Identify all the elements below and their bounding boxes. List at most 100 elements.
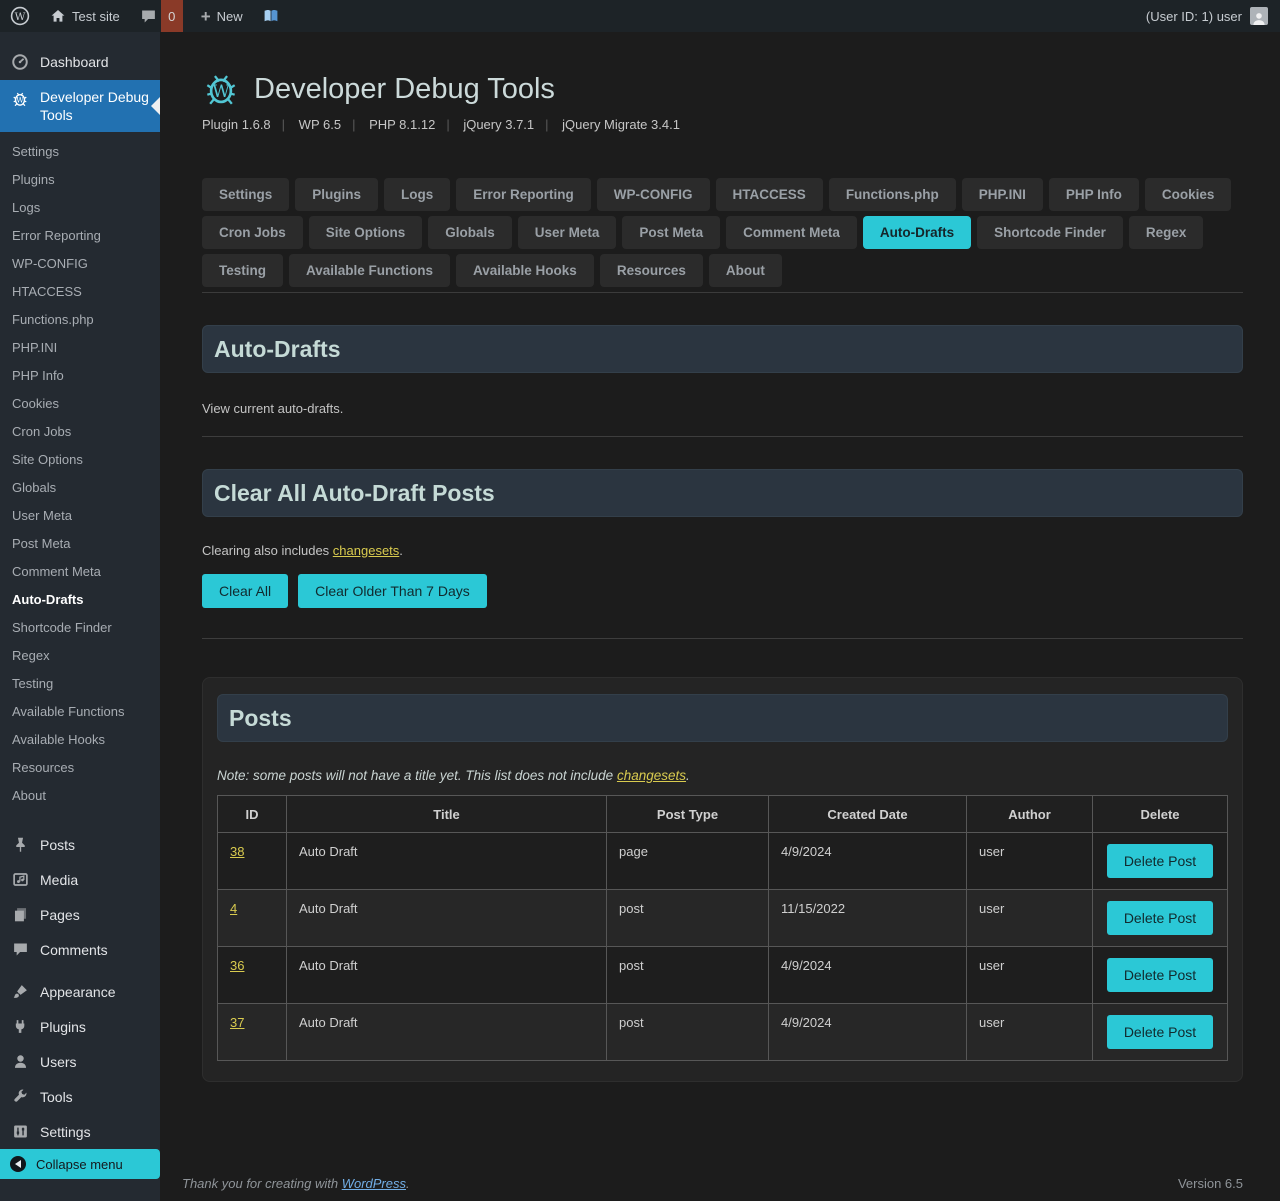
sidebar-item-media[interactable]: Media — [0, 862, 160, 897]
sidebar-item-pages[interactable]: Pages — [0, 897, 160, 932]
tab-wp-config[interactable]: WP-CONFIG — [597, 178, 710, 211]
tab-site-options[interactable]: Site Options — [309, 216, 423, 249]
tab-available-functions[interactable]: Available Functions — [289, 254, 450, 287]
post-id-link[interactable]: 4 — [230, 901, 237, 916]
plug-icon — [10, 1018, 30, 1035]
avatar[interactable] — [1250, 7, 1268, 25]
tab-error-reporting[interactable]: Error Reporting — [456, 178, 591, 211]
clear-all-button[interactable]: Clear All — [202, 574, 288, 608]
collapse-menu-button[interactable]: Collapse menu — [0, 1149, 160, 1179]
submenu-item-testing[interactable]: Testing — [0, 670, 160, 698]
post-id-link[interactable]: 37 — [230, 1015, 244, 1030]
submenu-item-globals[interactable]: Globals — [0, 474, 160, 502]
user-account-label[interactable]: (User ID: 1) user — [1146, 9, 1242, 24]
submenu-item-logs[interactable]: Logs — [0, 194, 160, 222]
clear-section-note: Clearing also includes changesets. — [202, 543, 1243, 558]
submenu-item-resources[interactable]: Resources — [0, 754, 160, 782]
tab-cookies[interactable]: Cookies — [1145, 178, 1232, 211]
post-title-cell: Auto Draft — [287, 833, 607, 890]
clear-older-button[interactable]: Clear Older Than 7 Days — [298, 574, 487, 608]
comment-count-badge[interactable]: 0 — [161, 0, 183, 32]
sidebar-item-users[interactable]: Users — [0, 1044, 160, 1079]
tab-regex[interactable]: Regex — [1129, 216, 1204, 249]
submenu-item-plugins[interactable]: Plugins — [0, 166, 160, 194]
submenu-item-post-meta[interactable]: Post Meta — [0, 530, 160, 558]
post-id-link[interactable]: 38 — [230, 844, 244, 859]
jquery-version: jQuery 3.7.1 — [449, 117, 548, 132]
tab-user-meta[interactable]: User Meta — [518, 216, 617, 249]
sidebar-item-posts[interactable]: Posts — [0, 827, 160, 862]
collapse-menu-label: Collapse menu — [36, 1157, 123, 1172]
tab-php-info[interactable]: PHP Info — [1049, 178, 1139, 211]
submenu-item-error-reporting[interactable]: Error Reporting — [0, 222, 160, 250]
post-id-link[interactable]: 36 — [230, 958, 244, 973]
new-content-menu[interactable]: + New — [191, 0, 253, 32]
tab-post-meta[interactable]: Post Meta — [622, 216, 720, 249]
submenu-item-wp-config[interactable]: WP-CONFIG — [0, 250, 160, 278]
tab-about[interactable]: About — [709, 254, 782, 287]
submenu-item-settings[interactable]: Settings — [0, 138, 160, 166]
submenu-item-auto-drafts[interactable]: Auto-Drafts — [0, 586, 160, 614]
submenu-item-php-ini[interactable]: PHP.INI — [0, 334, 160, 362]
tab-shortcode-finder[interactable]: Shortcode Finder — [977, 216, 1123, 249]
sidebar-item-dashboard[interactable]: Dashboard — [0, 44, 160, 80]
submenu-item-regex[interactable]: Regex — [0, 642, 160, 670]
tab-auto-drafts[interactable]: Auto-Drafts — [863, 216, 971, 249]
submenu-item-available-hooks[interactable]: Available Hooks — [0, 726, 160, 754]
posts-title: Posts — [229, 705, 292, 732]
tab-php-ini[interactable]: PHP.INI — [962, 178, 1043, 211]
tab-logs[interactable]: Logs — [384, 178, 450, 211]
submenu-item-htaccess[interactable]: HTACCESS — [0, 278, 160, 306]
settings-sliders-icon — [10, 1123, 30, 1140]
sidebar-item-label: Media — [40, 872, 78, 888]
submenu-item-functions-php[interactable]: Functions.php — [0, 306, 160, 334]
tab-available-hooks[interactable]: Available Hooks — [456, 254, 594, 287]
submenu-item-shortcode-finder[interactable]: Shortcode Finder — [0, 614, 160, 642]
submenu-item-cron-jobs[interactable]: Cron Jobs — [0, 418, 160, 446]
dashboard-gauge-icon — [10, 53, 30, 71]
tab-plugins[interactable]: Plugins — [295, 178, 378, 211]
sidebar-item-developer-debug-tools[interactable]: W Developer Debug Tools — [0, 80, 160, 132]
delete-post-button[interactable]: Delete Post — [1107, 1015, 1213, 1049]
tab-testing[interactable]: Testing — [202, 254, 283, 287]
submenu-item-php-info[interactable]: PHP Info — [0, 362, 160, 390]
wp-logo-menu[interactable]: W — [0, 0, 40, 32]
changesets-link[interactable]: changesets — [333, 543, 400, 558]
comments-menu[interactable] — [130, 0, 161, 32]
sidebar-item-appearance[interactable]: Appearance — [0, 974, 160, 1009]
divider — [202, 638, 1243, 639]
submenu-item-about[interactable]: About — [0, 782, 160, 810]
menu-separator — [0, 967, 160, 974]
post-title-cell: Auto Draft — [287, 947, 607, 1004]
col-header-delete: Delete — [1093, 796, 1228, 833]
wordpress-link[interactable]: WordPress — [342, 1176, 406, 1191]
sidebar-item-settings[interactable]: Settings — [0, 1114, 160, 1149]
submenu-item-user-meta[interactable]: User Meta — [0, 502, 160, 530]
sidebar-item-label: Posts — [40, 837, 75, 853]
delete-post-button[interactable]: Delete Post — [1107, 901, 1213, 935]
tab-htaccess[interactable]: HTACCESS — [716, 178, 823, 211]
delete-post-button[interactable]: Delete Post — [1107, 958, 1213, 992]
sidebar-item-plugins[interactable]: Plugins — [0, 1009, 160, 1044]
posts-table: ID Title Post Type Created Date Author D… — [217, 795, 1228, 1061]
tab-globals[interactable]: Globals — [428, 216, 512, 249]
site-name-menu[interactable]: Test site — [40, 0, 130, 32]
tab-functions-php[interactable]: Functions.php — [829, 178, 956, 211]
table-row: 38 Auto Draft page 4/9/2024 user Delete … — [218, 833, 1228, 890]
book-icon — [263, 9, 279, 23]
svg-text:W: W — [212, 82, 230, 102]
tab-resources[interactable]: Resources — [600, 254, 703, 287]
docs-menu[interactable] — [253, 0, 289, 32]
tab-cron-jobs[interactable]: Cron Jobs — [202, 216, 303, 249]
post-author-cell: user — [967, 890, 1093, 947]
submenu-item-comment-meta[interactable]: Comment Meta — [0, 558, 160, 586]
sidebar-item-comments[interactable]: Comments — [0, 932, 160, 967]
changesets-link[interactable]: changesets — [617, 768, 686, 783]
tab-comment-meta[interactable]: Comment Meta — [726, 216, 857, 249]
submenu-item-site-options[interactable]: Site Options — [0, 446, 160, 474]
submenu-item-available-functions[interactable]: Available Functions — [0, 698, 160, 726]
sidebar-item-tools[interactable]: Tools — [0, 1079, 160, 1114]
delete-post-button[interactable]: Delete Post — [1107, 844, 1213, 878]
submenu-item-cookies[interactable]: Cookies — [0, 390, 160, 418]
tab-settings[interactable]: Settings — [202, 178, 289, 211]
